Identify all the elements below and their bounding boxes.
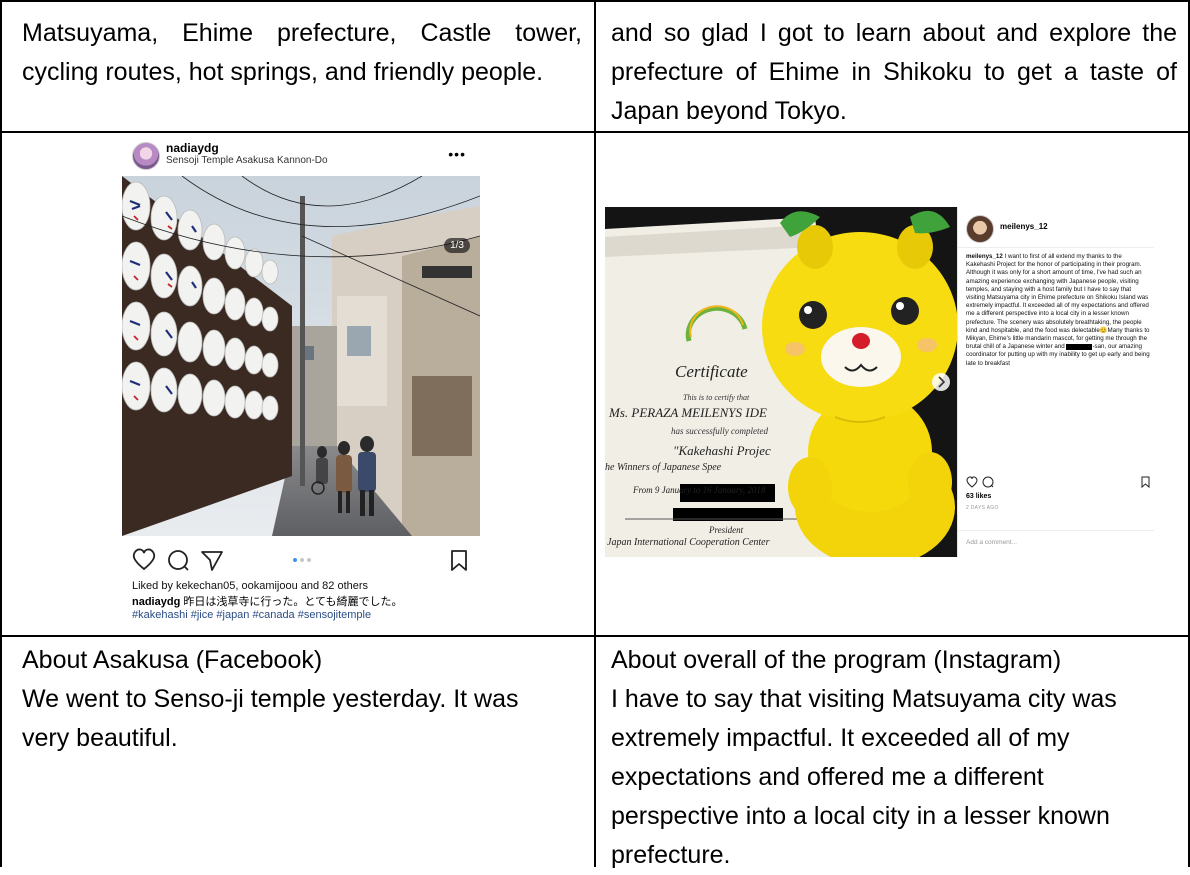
share-icon[interactable] <box>201 551 223 571</box>
post-action-bar <box>966 475 1150 489</box>
post-caption: nadiaydg 昨日は浅草寺に行った。とても綺麗でした。 #kakehashi… <box>132 596 477 622</box>
row1-left-text: Matsuyama, Ehime prefecture, Castle towe… <box>22 19 582 86</box>
certificate-program: "Kakehashi Projec <box>673 443 771 458</box>
post-username[interactable]: meilenys_12 <box>1000 222 1048 231</box>
certificate-mascot-image: Certificate This is to certify that Ms. … <box>605 207 957 557</box>
certificate-name: Ms. PERAZA MEILENYS IDE <box>608 405 767 420</box>
carousel-dots <box>293 558 311 562</box>
caption-text: 昨日は浅草寺に行った。とても綺麗でした。 <box>180 596 403 608</box>
like-heart-icon[interactable] <box>966 476 978 488</box>
post-timestamp[interactable]: 2 DAYS AGO <box>966 505 999 511</box>
post-photo-mascot-certificate: Certificate This is to certify that Ms. … <box>605 207 957 557</box>
likes-count[interactable]: 63 likes <box>966 493 991 500</box>
certificate-winners: he Winners of Japanese Spee <box>605 462 722 473</box>
avatar[interactable] <box>132 142 160 170</box>
caption-text-part1: I want to first of all extend my thanks … <box>966 253 1150 351</box>
post-location[interactable]: Sensoji Temple Asakusa Kannon-Do <box>166 155 328 166</box>
row3-left-body: We went to Senso-ji temple yesterday. It… <box>22 685 519 752</box>
redacted-name <box>1066 343 1093 350</box>
post-action-bar <box>132 547 472 573</box>
bookmark-icon[interactable] <box>451 550 467 571</box>
post-caption: meilenys_12 I want to first of all exten… <box>966 253 1150 368</box>
instagram-post-asakusa: nadiaydg Sensoji Temple Asakusa Kannon-D… <box>122 140 480 624</box>
certificate-line1: This is to certify that <box>683 393 750 402</box>
row3-left-title: About Asakusa (Facebook) <box>22 646 323 674</box>
add-comment-input[interactable]: Add a comment... <box>966 539 1017 546</box>
post-username[interactable]: nadiaydg <box>166 141 219 155</box>
divider <box>958 247 1154 248</box>
likes-summary[interactable]: Liked by kekechan05, ookamijoou and 82 o… <box>132 580 368 592</box>
row3-right-text: About overall of the program (Instagram)… <box>611 641 1177 875</box>
post-sidebar: meilenys_12 meilenys_12 I want to first … <box>957 207 1154 557</box>
carousel-counter: 1/3 <box>444 238 470 253</box>
more-options-icon[interactable]: ••• <box>448 146 466 162</box>
certificate-president: President <box>708 525 744 535</box>
lantern-street-image <box>122 176 480 536</box>
avatar[interactable] <box>966 215 994 243</box>
caption-username[interactable]: nadiaydg <box>132 596 180 608</box>
certificate-org: Japan International Cooperation Center <box>607 537 770 548</box>
row3-left-text: About Asakusa (Facebook) We went to Sens… <box>22 641 582 758</box>
caption-hashtags[interactable]: #kakehashi #jice #japan #canada #sensoji… <box>132 609 371 621</box>
divider <box>958 530 1154 531</box>
comment-icon[interactable] <box>168 550 189 571</box>
like-heart-icon[interactable] <box>132 548 156 571</box>
instagram-post-mikyan: Certificate This is to certify that Ms. … <box>605 207 1154 557</box>
certificate-line2: has successfully completed <box>671 426 768 436</box>
post-photo-lanterns: 1/3 <box>122 176 480 536</box>
row3-right-body: I have to say that visiting Matsuyama ci… <box>611 685 1117 869</box>
post-header: nadiaydg Sensoji Temple Asakusa Kannon-D… <box>122 140 480 174</box>
certificate-dates: From 9 January to 16 January, 2018 <box>632 485 766 495</box>
row3-right-title: About overall of the program (Instagram) <box>611 646 1062 674</box>
table-divider-vertical <box>594 0 596 867</box>
comment-icon[interactable] <box>982 476 994 488</box>
bookmark-icon[interactable] <box>1141 476 1150 489</box>
certificate-title: Certificate <box>675 362 748 381</box>
table-border-left <box>0 0 2 867</box>
row1-right-text: and so glad I got to learn about and exp… <box>611 19 1177 125</box>
caption-username[interactable]: meilenys_12 <box>966 253 1003 260</box>
